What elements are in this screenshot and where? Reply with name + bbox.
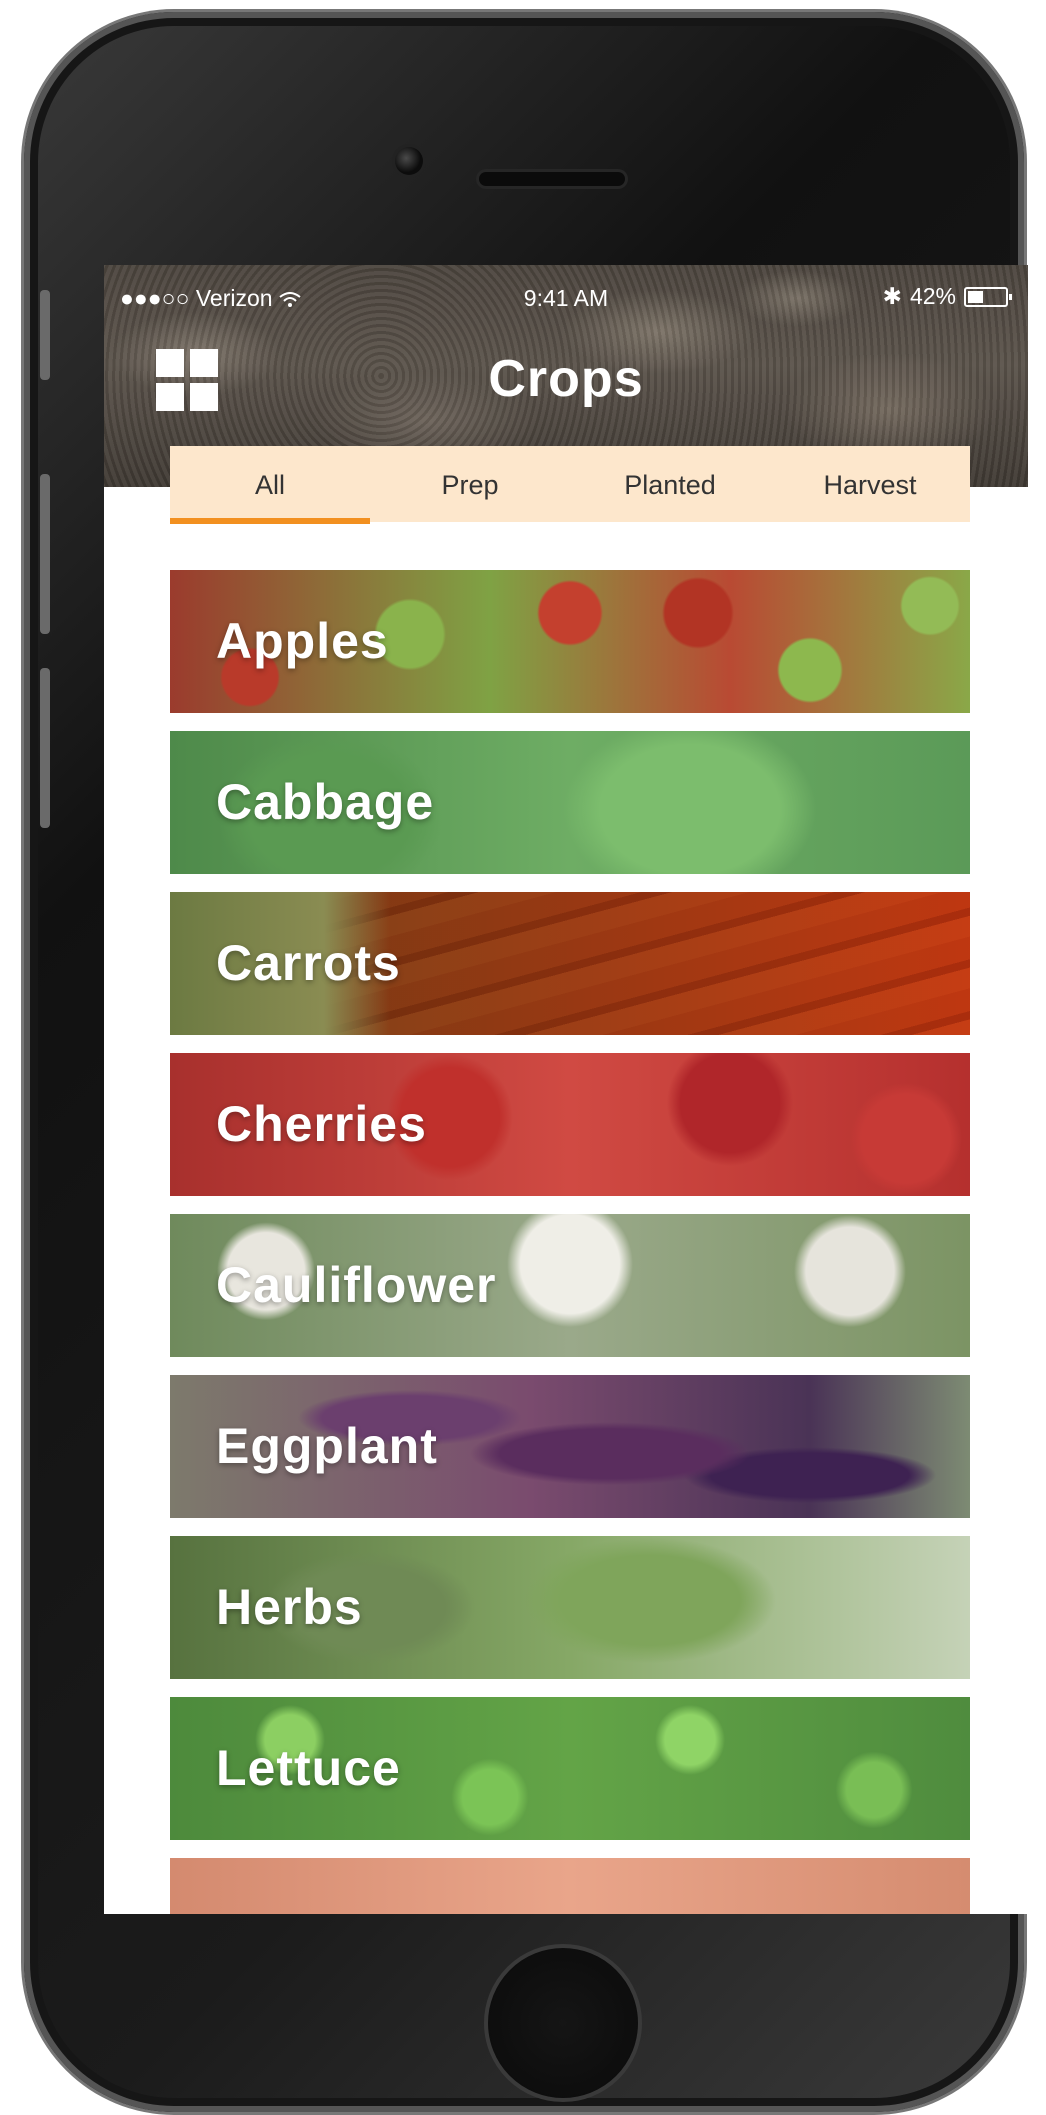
volume-up-button <box>40 474 50 634</box>
crop-item-cabbage[interactable]: Cabbage <box>170 731 970 874</box>
crop-label: Apples <box>216 613 389 669</box>
crop-item-partial[interactable] <box>170 1858 970 1914</box>
crop-item-carrots[interactable]: Carrots <box>170 892 970 1035</box>
crop-label: Eggplant <box>216 1418 438 1474</box>
crop-item-eggplant[interactable]: Eggplant <box>170 1375 970 1518</box>
mute-switch <box>40 290 50 380</box>
crop-item-cauliflower[interactable]: Cauliflower <box>170 1214 970 1357</box>
bluetooth-icon: ✱ <box>882 283 902 309</box>
crop-label: Herbs <box>216 1579 363 1635</box>
phone-frame: ●●●○○ Verizon 9:41 AM ✱ 42% Crops All Pr… <box>24 12 1028 2112</box>
app-screen: ●●●○○ Verizon 9:41 AM ✱ 42% Crops All Pr… <box>104 265 1028 1914</box>
battery-percent: 42% <box>909 283 956 309</box>
crop-label: Cauliflower <box>216 1257 497 1313</box>
crop-label: Cabbage <box>216 774 435 830</box>
tab-all[interactable]: All <box>170 446 370 524</box>
home-button[interactable] <box>484 1944 642 2102</box>
battery-level <box>968 290 984 303</box>
crop-label: Cherries <box>216 1096 427 1152</box>
battery-icon <box>964 286 1012 307</box>
filter-tabs: All Prep Planted Harvest <box>170 446 970 524</box>
tab-planted[interactable]: Planted <box>570 446 770 522</box>
page-title: Crops <box>488 350 644 408</box>
tab-prep[interactable]: Prep <box>370 446 570 522</box>
crop-item-cherries[interactable]: Cherries <box>170 1053 970 1196</box>
volume-down-button <box>40 668 50 828</box>
crop-item-herbs[interactable]: Herbs <box>170 1536 970 1679</box>
crop-label: Lettuce <box>216 1740 401 1796</box>
crop-item-apples[interactable]: Apples <box>170 570 970 713</box>
crop-label: Carrots <box>216 935 401 991</box>
earpiece-speaker <box>479 172 625 186</box>
tab-harvest[interactable]: Harvest <box>770 446 970 522</box>
crop-list: Apples Cabbage Carrots Cherries Cauliflo… <box>170 570 970 1914</box>
crop-item-lettuce[interactable]: Lettuce <box>170 1697 970 1840</box>
status-bar: ●●●○○ Verizon 9:41 AM ✱ 42% <box>104 265 1028 311</box>
front-camera <box>395 147 423 175</box>
